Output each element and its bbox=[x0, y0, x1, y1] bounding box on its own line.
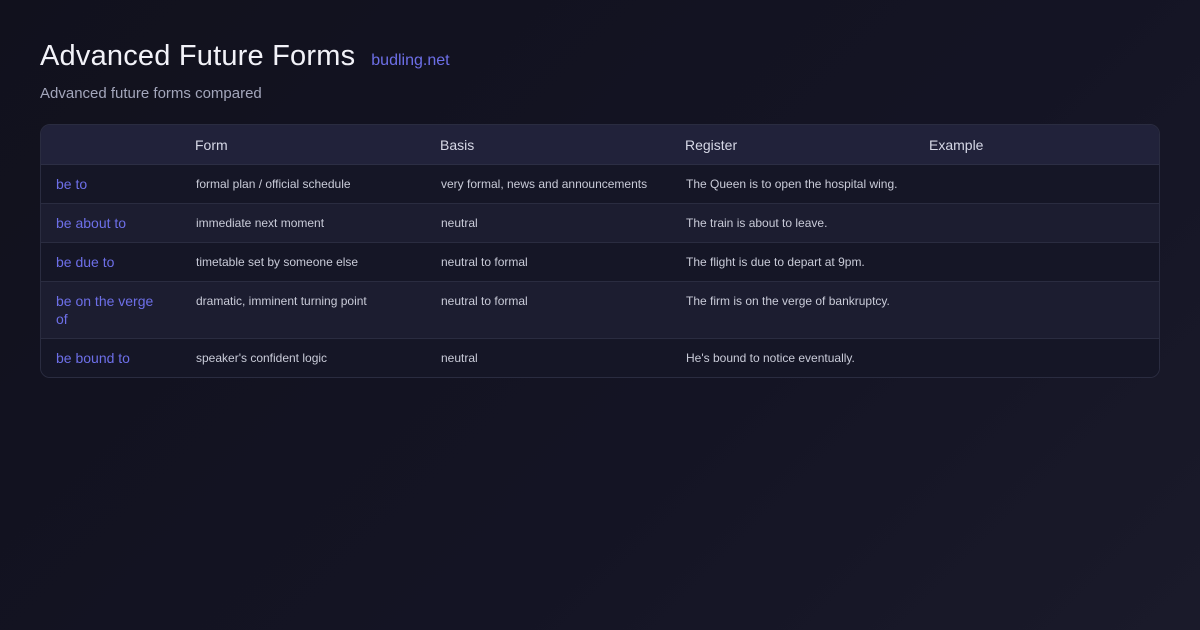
row-example bbox=[915, 204, 1159, 243]
table-row: be due to timetable set by someone else … bbox=[41, 242, 1159, 282]
row-form: immediate next moment bbox=[196, 216, 325, 230]
row-register: The flight is due to depart at 9pm. bbox=[686, 255, 865, 269]
row-term: be bound to bbox=[56, 350, 130, 366]
row-form: formal plan / official schedule bbox=[196, 177, 351, 191]
column-header-basis: Basis bbox=[426, 125, 671, 165]
row-register: The train is about to leave. bbox=[686, 216, 828, 230]
row-term: be due to bbox=[56, 254, 115, 270]
row-term: be about to bbox=[56, 215, 127, 231]
table-row: be on the verge of dramatic, imminent tu… bbox=[41, 281, 1159, 339]
site-link[interactable]: budling.net bbox=[371, 52, 449, 70]
column-header-register: Register bbox=[671, 125, 915, 165]
table-row: be bound to speaker's confident logic ne… bbox=[41, 338, 1159, 378]
row-basis: neutral bbox=[441, 216, 478, 230]
row-register: He's bound to notice eventually. bbox=[686, 351, 855, 365]
page-header: Advanced Future Forms budling.net bbox=[40, 40, 450, 73]
page-subtitle: Advanced future forms compared bbox=[40, 85, 262, 102]
row-term: be on the verge of bbox=[56, 293, 154, 327]
row-basis: very formal, news and announcements bbox=[441, 177, 648, 191]
row-basis: neutral to formal bbox=[441, 294, 528, 308]
page-title: Advanced Future Forms bbox=[40, 40, 356, 72]
row-example bbox=[915, 243, 1159, 282]
row-register: The Queen is to open the hospital wing. bbox=[686, 177, 898, 191]
row-form: timetable set by someone else bbox=[196, 255, 359, 269]
row-example bbox=[915, 282, 1159, 339]
table-row: be about to immediate next moment neutra… bbox=[41, 203, 1159, 243]
row-form: speaker's confident logic bbox=[196, 351, 328, 365]
column-header-example: Example bbox=[915, 125, 1159, 165]
table-header-row: Form Basis Register Example bbox=[41, 125, 1159, 165]
table-row: be to formal plan / official schedule ve… bbox=[41, 164, 1159, 204]
comparison-table: Form Basis Register Example be to formal… bbox=[40, 124, 1160, 378]
column-header-term bbox=[41, 125, 181, 165]
row-register: The firm is on the verge of bankruptcy. bbox=[686, 294, 890, 308]
column-header-form: Form bbox=[181, 125, 426, 165]
row-basis: neutral bbox=[441, 351, 478, 365]
row-example bbox=[915, 339, 1159, 378]
row-basis: neutral to formal bbox=[441, 255, 528, 269]
row-example bbox=[915, 165, 1159, 204]
row-term: be to bbox=[56, 176, 88, 192]
row-form: dramatic, imminent turning point bbox=[196, 294, 367, 308]
